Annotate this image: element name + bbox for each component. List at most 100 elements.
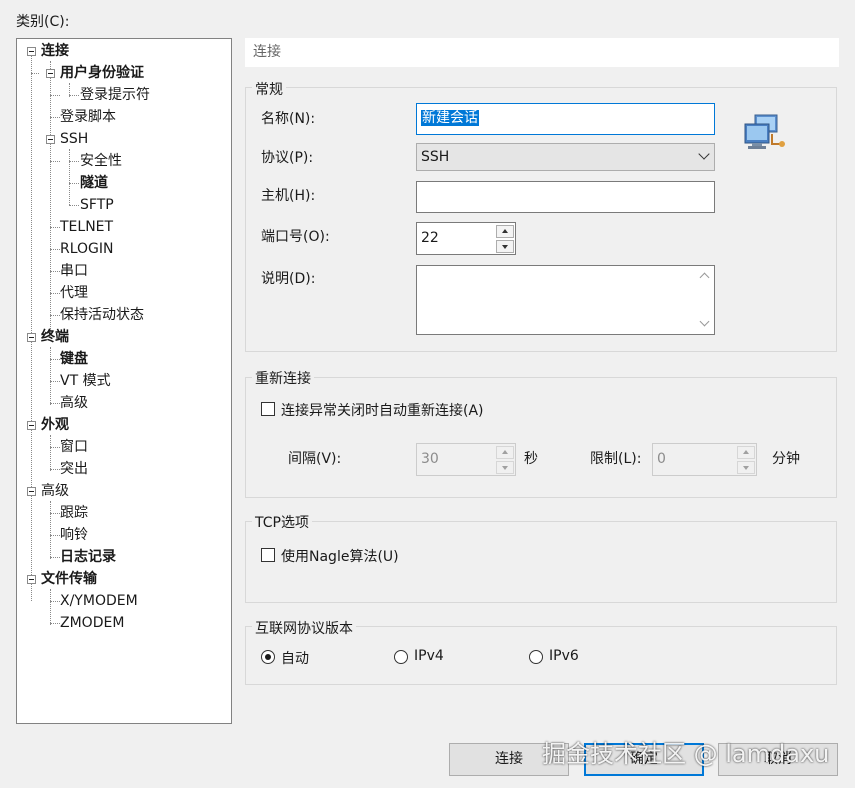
tree-item-tunnel[interactable]: 隧道 (80, 172, 108, 194)
tree-item-telnet[interactable]: TELNET (60, 216, 113, 238)
collapse-icon[interactable] (27, 487, 36, 496)
tree-item-keyboard[interactable]: 键盘 (60, 348, 88, 370)
description-label: 说明(D): (261, 271, 316, 287)
collapse-icon[interactable] (27, 333, 36, 342)
tree-item-proxy[interactable]: 代理 (60, 282, 88, 304)
tree-item-connection[interactable]: 连接 (41, 40, 69, 62)
ip-auto-label[interactable]: 自动 (281, 648, 309, 668)
tree-item-login-prompt[interactable]: 登录提示符 (80, 84, 150, 106)
arrow-up-icon (502, 229, 508, 233)
tree-item-terminal[interactable]: 终端 (41, 326, 69, 348)
tree-item-file-transfer[interactable]: 文件传输 (41, 568, 97, 590)
ipv4-radio[interactable] (394, 650, 408, 664)
protocol-label: 协议(P): (261, 150, 314, 166)
tree-item-appearance[interactable]: 外观 (41, 414, 69, 436)
tree-line (50, 447, 60, 448)
tree-line (50, 601, 60, 602)
tree-line (69, 161, 79, 162)
tree-line (50, 501, 51, 559)
arrow-down-icon (502, 466, 508, 470)
collapse-icon[interactable] (27, 575, 36, 584)
tree-line (50, 315, 60, 316)
tree-line (69, 205, 79, 206)
tree-line (50, 347, 51, 405)
nagle-checkbox[interactable] (261, 548, 275, 562)
ip-version-group-title: 互联网协议版本 (252, 618, 356, 638)
ipv6-label[interactable]: IPv6 (549, 648, 579, 664)
arrow-up-icon (743, 450, 749, 454)
collapse-icon[interactable] (46, 135, 55, 144)
tree-item-xymodem[interactable]: X/YMODEM (60, 590, 138, 612)
name-field[interactable]: 新建会话 (416, 103, 715, 135)
ipv4-label[interactable]: IPv4 (414, 648, 444, 664)
nagle-label[interactable]: 使用Nagle算法(U) (281, 546, 399, 566)
tree-item-security[interactable]: 安全性 (80, 150, 122, 172)
port-up-button[interactable] (496, 225, 514, 238)
tree-item-advanced[interactable]: 高级 (41, 480, 69, 502)
tree-line (50, 95, 60, 96)
tree-line (50, 293, 60, 294)
port-down-button[interactable] (496, 240, 514, 253)
category-label: 类别(C): (16, 14, 70, 30)
tree-line (50, 623, 60, 624)
tree-item-keepalive[interactable]: 保持活动状态 (60, 304, 144, 326)
tree-item-serial[interactable]: 串口 (60, 260, 88, 282)
tree-line (50, 513, 60, 514)
tree-line (50, 227, 60, 228)
collapse-icon[interactable] (46, 69, 55, 78)
tree-line (69, 183, 79, 184)
tree-line (50, 557, 60, 558)
port-label: 端口号(O): (261, 229, 330, 245)
tcp-group-title: TCP选项 (252, 512, 312, 532)
network-session-icon (744, 114, 785, 149)
tree-item-user-auth[interactable]: 用户身份验证 (60, 62, 144, 84)
arrow-down-icon (502, 245, 508, 249)
name-field-value: 新建会话 (421, 110, 479, 126)
tree-item-ssh[interactable]: SSH (60, 128, 88, 150)
tree-item-login-script[interactable]: 登录脚本 (60, 106, 116, 128)
tree-item-bell[interactable]: 响铃 (60, 524, 88, 546)
interval-up-button[interactable] (496, 446, 514, 459)
tree-line (69, 95, 79, 96)
auto-reconnect-label[interactable]: 连接异常关闭时自动重新连接(A) (281, 400, 484, 420)
ipv6-radio[interactable] (529, 650, 543, 664)
arrow-down-icon (743, 466, 749, 470)
tree-line (50, 589, 51, 625)
interval-down-button[interactable] (496, 461, 514, 474)
protocol-select[interactable]: SSH (416, 143, 715, 171)
tree-item-rlogin[interactable]: RLOGIN (60, 238, 114, 260)
tree-line (31, 73, 39, 74)
tree-item-zmodem[interactable]: ZMODEM (60, 612, 124, 634)
description-field[interactable] (416, 265, 715, 335)
chevron-down-icon (698, 148, 710, 160)
interval-stepper[interactable]: 30 (416, 443, 516, 476)
tree-item-highlight[interactable]: 突出 (60, 458, 88, 480)
limit-up-button[interactable] (737, 446, 755, 459)
watermark: 掘金技术社区 @ lamdaxu (542, 740, 830, 768)
port-value: 22 (421, 230, 439, 246)
limit-unit: 分钟 (772, 451, 800, 467)
protocol-select-value: SSH (421, 149, 450, 165)
tree-item-trace[interactable]: 跟踪 (60, 502, 88, 524)
limit-stepper[interactable]: 0 (652, 443, 757, 476)
tree-line (50, 161, 60, 162)
collapse-icon[interactable] (27, 47, 36, 56)
auto-reconnect-checkbox[interactable] (261, 402, 275, 416)
collapse-icon[interactable] (27, 421, 36, 430)
tree-item-vt-mode[interactable]: VT 模式 (60, 370, 111, 392)
limit-down-button[interactable] (737, 461, 755, 474)
tree-item-logging[interactable]: 日志记录 (60, 546, 116, 568)
ip-auto-radio[interactable] (261, 650, 275, 664)
host-label: 主机(H): (261, 188, 316, 204)
name-label: 名称(N): (261, 111, 316, 127)
reconnect-group-title: 重新连接 (252, 368, 314, 388)
general-group-title: 常规 (252, 79, 286, 99)
tree-line (69, 149, 70, 205)
host-field[interactable] (416, 181, 715, 213)
port-stepper[interactable]: 22 (416, 222, 516, 255)
tree-item-window[interactable]: 窗口 (60, 436, 88, 458)
category-tree[interactable]: 连接 用户身份验证 登录提示符 登录脚本 SSH 安全性 隧道 SFTP TEL… (16, 38, 232, 724)
tree-item-sftp[interactable]: SFTP (80, 194, 114, 216)
tree-item-terminal-advanced[interactable]: 高级 (60, 392, 88, 414)
description-scrollbar[interactable] (696, 266, 714, 334)
